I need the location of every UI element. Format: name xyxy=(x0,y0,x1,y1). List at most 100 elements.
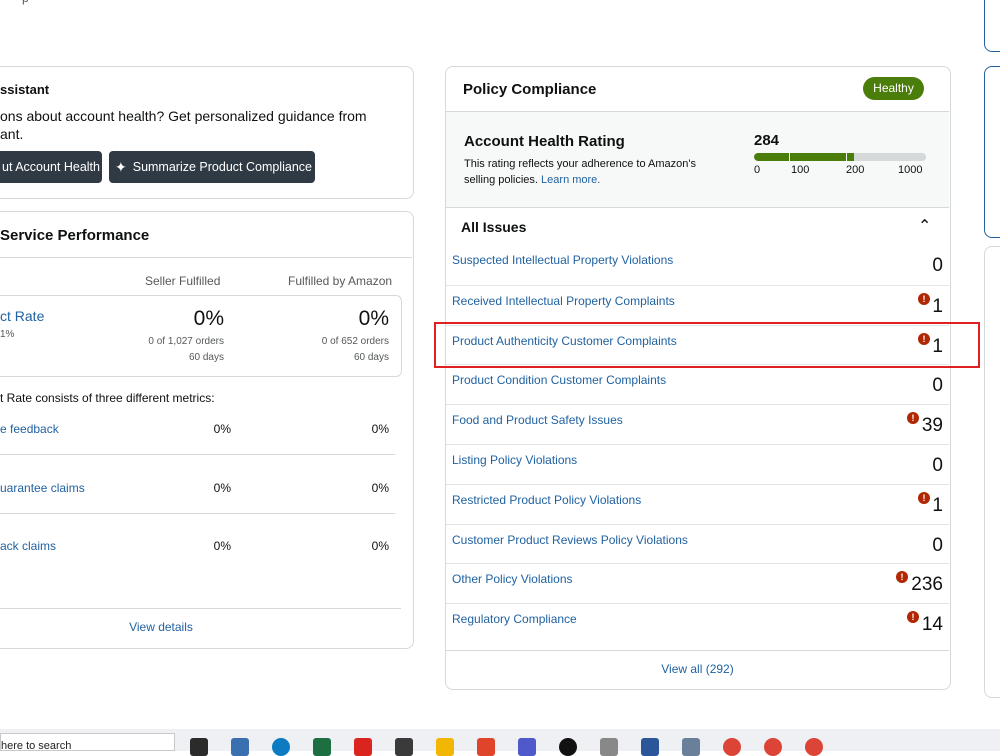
collapse-chevron-icon[interactable]: ⌃ xyxy=(918,216,931,236)
calculator-icon[interactable] xyxy=(231,738,249,756)
ahr-title: Account Health Rating xyxy=(464,133,625,150)
metric-fba: 0% xyxy=(371,422,389,436)
ahr-description-line1: This rating reflects your adherence to A… xyxy=(464,158,696,170)
ahr-bar-fill xyxy=(754,153,854,161)
issue-label[interactable]: Product Condition Customer Complaints xyxy=(452,373,666,387)
issue-row[interactable]: Product Condition Customer Complaints 0 xyxy=(446,364,949,404)
issue-row[interactable]: Other Policy Violations 236! xyxy=(446,563,949,603)
storage-icon[interactable] xyxy=(682,738,700,756)
ahr-description: This rating reflects your adherence to A… xyxy=(464,156,734,188)
issue-count: 1 xyxy=(932,295,943,317)
metric-fba: 0% xyxy=(371,539,389,553)
metric-row: uarantee claims 0% 0% xyxy=(0,471,395,529)
excel-icon[interactable] xyxy=(313,738,331,756)
fba-defect-orders: 0 of 652 orders xyxy=(321,336,389,347)
taskbar-search-text: here to search xyxy=(1,740,72,751)
warning-icon: ! xyxy=(918,491,930,504)
app-icon[interactable] xyxy=(600,738,618,756)
media-icon[interactable] xyxy=(395,738,413,756)
issue-label[interactable]: Restricted Product Policy Violations xyxy=(452,493,641,507)
account-health-button-label: ut Account Health xyxy=(2,160,100,174)
issue-row[interactable]: Suspected Intellectual Property Violatio… xyxy=(446,245,949,284)
ahr-bar-track xyxy=(754,153,926,161)
service-header-divider xyxy=(0,257,412,258)
learn-more-link[interactable]: Learn more. xyxy=(541,174,600,186)
issue-label[interactable]: Suspected Intellectual Property Violatio… xyxy=(452,253,673,267)
metric-divider xyxy=(0,454,395,455)
issue-count: 236 xyxy=(911,574,943,596)
ahr-scale-1000: 1000 xyxy=(898,164,923,176)
right-card-lower xyxy=(984,246,1000,698)
edge-icon[interactable] xyxy=(272,738,290,756)
opera-icon[interactable] xyxy=(354,738,372,756)
ahr-bar-seg-gap xyxy=(789,153,790,161)
summarize-compliance-button-label: Summarize Product Compliance xyxy=(132,160,312,174)
metric-fba: 0% xyxy=(371,481,389,495)
issue-label[interactable]: Received Intellectual Property Complaint… xyxy=(452,294,675,308)
issue-count: 0 xyxy=(932,255,943,276)
ahr-description-line2: selling policies. xyxy=(464,174,538,186)
issue-label[interactable]: Listing Policy Violations xyxy=(452,453,577,467)
issue-label[interactable]: Regulatory Compliance xyxy=(452,612,577,626)
issue-row[interactable]: Restricted Product Policy Violations 1! xyxy=(446,483,949,524)
chrome-icon[interactable] xyxy=(764,738,782,756)
highlight-box xyxy=(434,322,980,368)
issue-row[interactable]: Food and Product Safety Issues 39! xyxy=(446,404,949,444)
metric-label[interactable]: ack claims xyxy=(0,539,56,553)
view-details-link[interactable]: View details xyxy=(0,620,322,634)
all-issues-title: All Issues xyxy=(461,219,527,235)
assistant-text-2: ant. xyxy=(0,126,24,142)
taskbar-search[interactable]: here to search xyxy=(0,733,175,751)
metric-seller: 0% xyxy=(213,481,231,495)
ahr-bar-seg-gap xyxy=(846,153,847,161)
defect-rate-target: 1% xyxy=(0,329,15,340)
issue-row[interactable]: Received Intellectual Property Complaint… xyxy=(446,284,949,325)
task-view-icon[interactable] xyxy=(190,738,208,756)
summarize-compliance-button[interactable]: ✦ Summarize Product Compliance xyxy=(109,151,315,183)
git-icon[interactable] xyxy=(477,738,495,756)
metric-seller: 0% xyxy=(213,539,231,553)
metrics-intro: t Rate consists of three different metri… xyxy=(0,391,215,405)
fba-defect-days: 60 days xyxy=(353,352,389,363)
ahr-scale-100: 100 xyxy=(791,164,810,176)
metric-seller: 0% xyxy=(213,422,231,436)
ahr-scale-0: 0 xyxy=(754,164,761,176)
header-fragment: p xyxy=(22,0,29,5)
metric-row: e feedback 0% 0% xyxy=(0,412,395,470)
sparkle-icon: ✦ xyxy=(115,158,127,175)
view-all-link[interactable]: View all (292) xyxy=(446,662,949,676)
issue-row[interactable]: Listing Policy Violations 0 xyxy=(446,444,949,484)
ahr-scale-200: 200 xyxy=(846,164,865,176)
issue-row[interactable]: Customer Product Reviews Policy Violatio… xyxy=(446,523,949,564)
teams-icon[interactable] xyxy=(518,738,536,756)
right-card-middle xyxy=(984,66,1000,238)
fba-defect-value: 0% xyxy=(358,307,389,330)
issue-label[interactable]: Customer Product Reviews Policy Violatio… xyxy=(452,533,688,547)
word-icon[interactable] xyxy=(641,738,659,756)
issue-label[interactable]: Other Policy Violations xyxy=(452,572,573,586)
issue-count: 0 xyxy=(932,455,943,476)
right-card-top xyxy=(984,0,1000,52)
view-details-divider xyxy=(0,608,401,609)
assistant-text-1: ons about account health? Get personaliz… xyxy=(0,108,367,124)
column-seller-fulfilled: Seller Fulfilled xyxy=(145,274,221,288)
status-badge: Healthy xyxy=(863,77,924,100)
issue-row[interactable]: Regulatory Compliance 14! xyxy=(446,603,949,643)
service-title: Service Performance xyxy=(0,227,150,244)
chrome-icon[interactable] xyxy=(805,738,823,756)
ahr-value: 284 xyxy=(754,132,780,149)
issue-count: 39 xyxy=(921,415,943,437)
account-health-button[interactable]: ut Account Health xyxy=(0,151,102,183)
policy-title: Policy Compliance xyxy=(463,81,597,98)
file-explorer-icon[interactable] xyxy=(436,738,454,756)
metric-label[interactable]: e feedback xyxy=(0,422,59,436)
metric-label[interactable]: uarantee claims xyxy=(0,481,85,495)
issue-count: 0 xyxy=(932,375,943,397)
defect-rate-link[interactable]: ct Rate xyxy=(0,308,44,324)
warning-icon: ! xyxy=(907,611,919,624)
chrome-icon[interactable] xyxy=(723,738,741,756)
warning-icon: ! xyxy=(896,571,908,584)
issue-label[interactable]: Food and Product Safety Issues xyxy=(452,413,623,427)
ui-icon[interactable] xyxy=(559,738,577,756)
seller-defect-days: 60 days xyxy=(188,352,224,363)
